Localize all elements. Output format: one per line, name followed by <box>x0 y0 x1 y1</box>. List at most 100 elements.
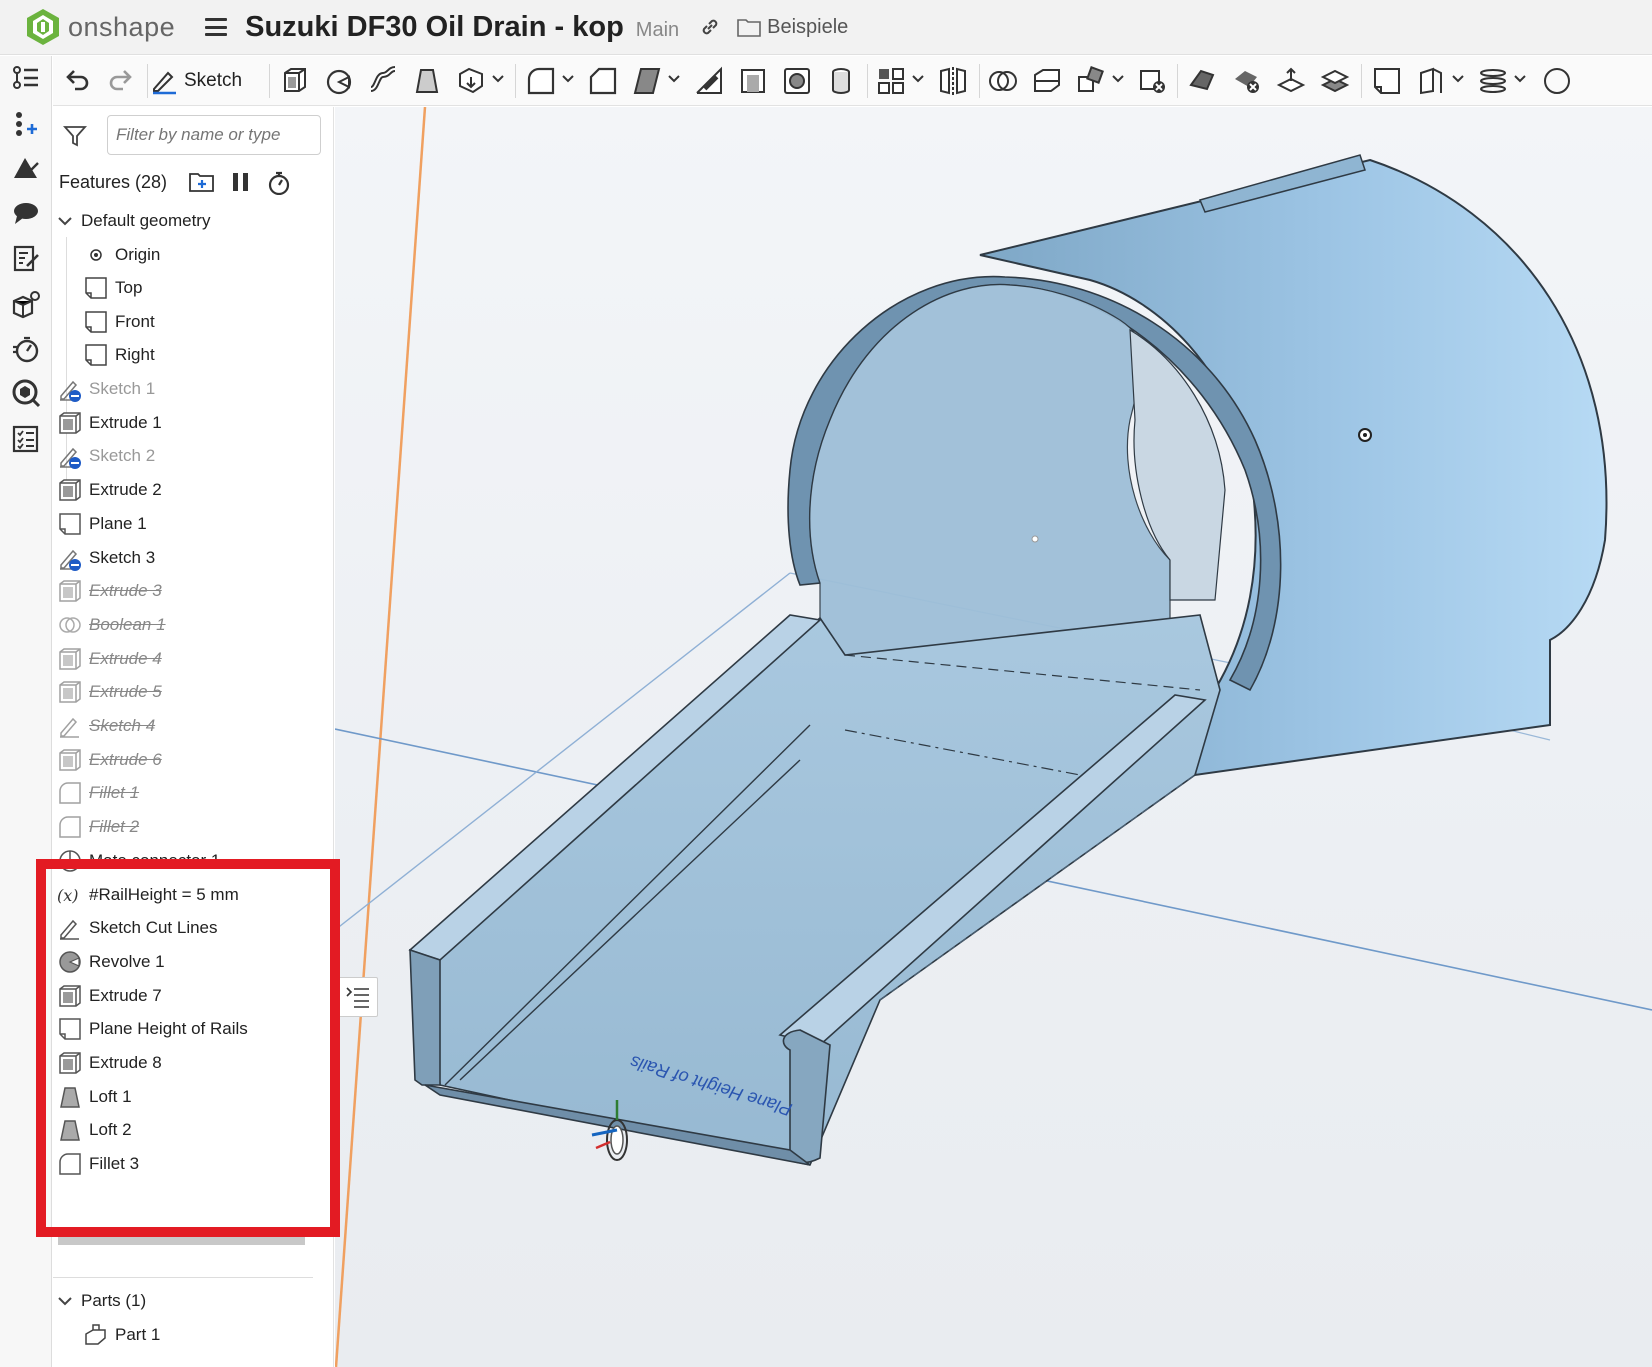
feature-item[interactable]: Sketch 4 <box>57 709 327 743</box>
folder-icon[interactable] <box>737 17 761 37</box>
plane-icon[interactable] <box>1371 65 1403 97</box>
revolve-icon[interactable] <box>323 65 355 97</box>
appearance-icon[interactable] <box>11 154 41 184</box>
mate-connector-plane-icon[interactable] <box>1415 65 1447 97</box>
origin-axis-line <box>335 107 427 1367</box>
delete-part-icon[interactable] <box>1137 65 1169 97</box>
feature-label: Extrude 5 <box>89 682 162 702</box>
feature-item[interactable]: Extrude 4 <box>57 642 327 676</box>
configurations-icon[interactable] <box>11 289 41 319</box>
onshape-logo[interactable]: onshape <box>26 8 175 46</box>
feature-item[interactable]: Boolean 1 <box>57 608 327 642</box>
rib-icon[interactable] <box>693 65 725 97</box>
checklist-icon[interactable] <box>11 424 41 454</box>
transform-icon[interactable] <box>1075 65 1107 97</box>
thicken-icon[interactable] <box>455 65 487 97</box>
feature-item[interactable]: Extrude 5 <box>57 675 327 709</box>
split-icon[interactable] <box>1031 65 1063 97</box>
cylinder-icon[interactable] <box>825 65 857 97</box>
svg-text:(x): (x) <box>57 886 79 905</box>
main-menu-icon[interactable] <box>205 18 228 36</box>
filter-icon[interactable] <box>63 125 87 147</box>
tree-item-front[interactable]: Front <box>83 305 333 339</box>
redo-icon[interactable] <box>105 65 137 97</box>
comments-icon[interactable] <box>11 198 41 228</box>
rollback-bar[interactable] <box>58 1235 305 1245</box>
document-title[interactable]: Suzuki DF30 Oil Drain - kop <box>245 11 624 44</box>
hole-icon[interactable] <box>781 65 813 97</box>
feature-item[interactable]: Fillet 2 <box>57 810 327 844</box>
feature-item[interactable]: Extrude 1 <box>57 406 327 440</box>
feature-item[interactable]: Mate connector 1 <box>57 844 327 878</box>
feature-item[interactable]: Revolve 1 <box>57 945 327 979</box>
tree-item-top[interactable]: Top <box>83 271 333 305</box>
chevron-down-icon[interactable] <box>57 1293 73 1309</box>
feature-list-icon[interactable] <box>11 63 41 93</box>
link-icon[interactable] <box>699 16 721 38</box>
more-tools-icon[interactable] <box>1539 65 1571 97</box>
part-item[interactable]: Part 1 <box>83 1318 333 1352</box>
draft-icon[interactable] <box>631 65 663 97</box>
chevron-down-icon[interactable] <box>1111 72 1125 86</box>
feature-item[interactable]: Extrude 3 <box>57 574 327 608</box>
stopwatch-icon[interactable] <box>267 171 291 195</box>
sketch-pencil-icon <box>153 71 176 95</box>
feature-item[interactable]: Loft 2 <box>57 1113 327 1147</box>
feature-item[interactable]: Extrude 2 <box>57 473 327 507</box>
chevron-down-icon[interactable] <box>667 72 681 86</box>
parts-group[interactable]: Parts (1) <box>53 1284 323 1318</box>
branch-label[interactable]: Main <box>636 19 679 42</box>
feature-item[interactable]: Plane Height of Rails <box>57 1012 327 1046</box>
delete-face-icon[interactable] <box>1231 65 1263 97</box>
replace-face-icon[interactable] <box>1319 65 1351 97</box>
folder-name[interactable]: Beispiele <box>767 16 848 39</box>
model-view[interactable]: Plane Height of Rails <box>335 107 1652 1367</box>
feature-item[interactable]: Extrude 6 <box>57 743 327 777</box>
tree-item-origin[interactable]: Origin <box>83 238 333 272</box>
chevron-down-icon[interactable] <box>1513 72 1527 86</box>
chevron-down-icon[interactable] <box>1451 72 1465 86</box>
feature-item[interactable]: Loft 1 <box>57 1080 327 1114</box>
shell-icon[interactable] <box>737 65 769 97</box>
feature-item[interactable]: Fillet 3 <box>57 1147 327 1181</box>
feature-item[interactable]: Sketch 1 <box>57 372 327 406</box>
notes-icon[interactable] <box>11 244 41 274</box>
feature-item[interactable]: Sketch 3 <box>57 541 327 575</box>
feature-item[interactable]: Sketch 2 <box>57 439 327 473</box>
parts-title: Parts (1) <box>81 1291 147 1310</box>
modify-fillet-icon[interactable] <box>1187 65 1219 97</box>
mirror-icon[interactable] <box>937 65 969 97</box>
boolean-icon[interactable] <box>987 65 1019 97</box>
move-face-icon[interactable] <box>1275 65 1307 97</box>
3d-viewport[interactable]: Plane Height of Rails <box>335 107 1652 1367</box>
tree-item-right[interactable]: Right <box>83 338 333 372</box>
feature-item[interactable]: Plane 1 <box>57 507 327 541</box>
feature-item[interactable]: Extrude 7 <box>57 979 327 1013</box>
add-folder-icon[interactable] <box>189 171 215 193</box>
chamfer-icon[interactable] <box>587 65 619 97</box>
undo-icon[interactable] <box>61 65 93 97</box>
feature-item[interactable]: Fillet 1 <box>57 776 327 810</box>
chevron-down-icon[interactable] <box>911 72 925 86</box>
sketch-button[interactable]: Sketch <box>150 64 242 98</box>
list-toggle-button[interactable] <box>338 977 378 1017</box>
feature-label: Loft 2 <box>89 1120 132 1140</box>
feature-item[interactable]: Sketch Cut Lines <box>57 911 327 945</box>
feature-item[interactable]: Extrude 8 <box>57 1046 327 1080</box>
loft-icon[interactable] <box>411 65 443 97</box>
performance-icon[interactable] <box>11 334 41 364</box>
insert-feature-icon[interactable] <box>11 109 41 139</box>
app-store-icon[interactable] <box>11 378 41 408</box>
filter-input[interactable] <box>107 115 321 155</box>
chevron-down-icon[interactable] <box>491 72 505 86</box>
pause-icon[interactable] <box>231 171 251 193</box>
chevron-down-icon[interactable] <box>57 213 73 229</box>
extrude-icon[interactable] <box>279 65 311 97</box>
default-geometry-group[interactable]: Default geometry <box>53 204 323 238</box>
helix-icon[interactable] <box>1477 65 1509 97</box>
pattern-icon[interactable] <box>875 65 907 97</box>
fillet-icon[interactable] <box>525 65 557 97</box>
sweep-icon[interactable] <box>367 65 399 97</box>
feature-item[interactable]: (x) #RailHeight = 5 mm <box>57 878 327 912</box>
chevron-down-icon[interactable] <box>561 72 575 86</box>
